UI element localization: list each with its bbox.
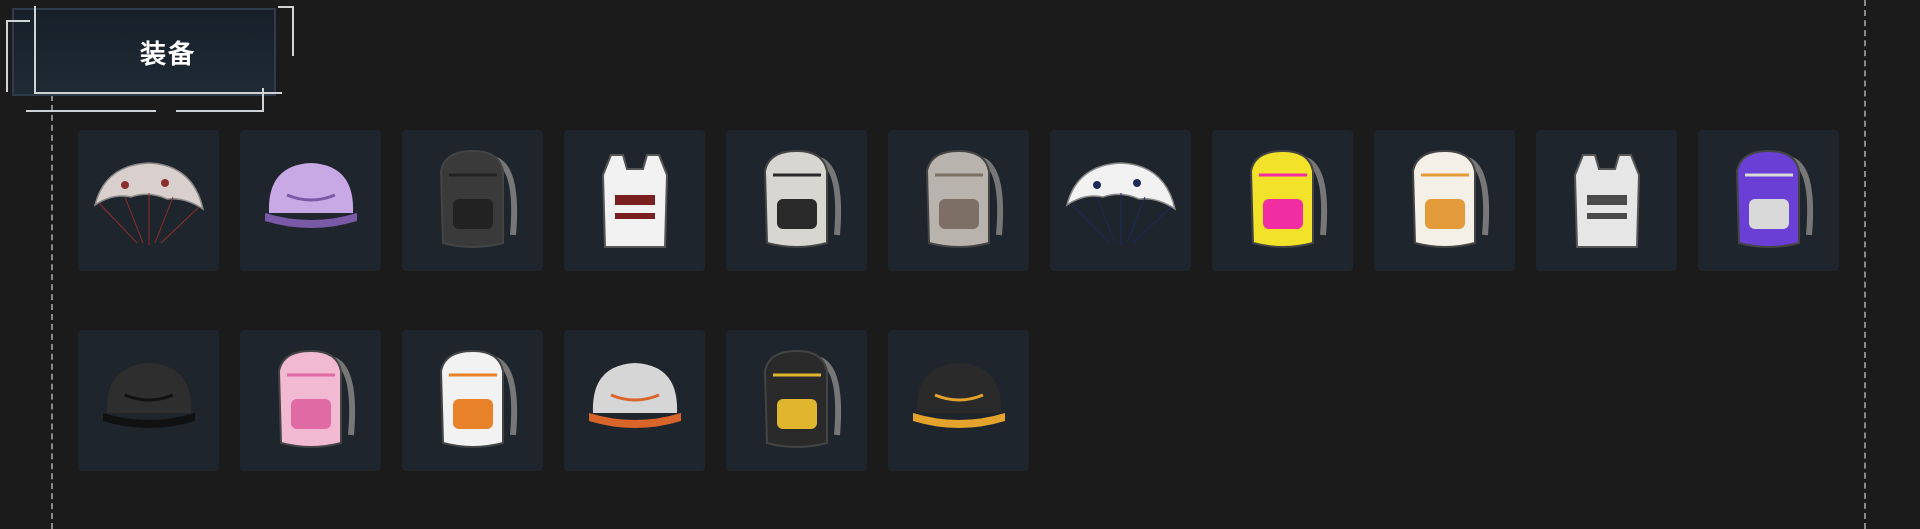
backpack-icon [409, 335, 537, 467]
equipment-slot[interactable] [888, 330, 1029, 471]
helmet-icon [895, 335, 1023, 467]
backpack-icon [247, 335, 375, 467]
section-title: 装备 [139, 39, 196, 70]
frame-line [176, 110, 262, 112]
parachute-icon [1057, 135, 1185, 267]
equipment-slot[interactable] [726, 330, 867, 471]
section-header: 装备 [0, 0, 300, 115]
vest-icon [1543, 135, 1671, 267]
equipment-slot[interactable] [78, 130, 219, 271]
backpack-icon [409, 135, 537, 267]
backpack-icon [895, 135, 1023, 267]
equipment-slot[interactable] [402, 130, 543, 271]
equipment-slot[interactable] [726, 130, 867, 271]
backpack-icon [733, 335, 861, 467]
helmet-icon [571, 335, 699, 467]
parachute-icon [85, 135, 213, 267]
equipment-slot[interactable] [564, 130, 705, 271]
backpack-icon [1381, 135, 1509, 267]
equipment-slot[interactable] [888, 130, 1029, 271]
equipment-slot[interactable] [564, 330, 705, 471]
vest-icon [571, 135, 699, 267]
backpack-icon [1219, 135, 1347, 267]
frame-line [26, 110, 156, 112]
helmet-icon [247, 135, 375, 267]
equipment-slot[interactable] [240, 130, 381, 271]
equipment-slot[interactable] [78, 330, 219, 471]
backpack-icon [1705, 135, 1833, 267]
equipment-slot[interactable] [1374, 130, 1515, 271]
left-dashed-border [51, 95, 53, 529]
equipment-slot[interactable] [240, 330, 381, 471]
equipment-slot[interactable] [1698, 130, 1839, 271]
right-dashed-border [1864, 0, 1866, 529]
equipment-slot[interactable] [1212, 130, 1353, 271]
frame-corner [6, 20, 30, 92]
equipment-slot[interactable] [402, 330, 543, 471]
equipment-slot[interactable] [1050, 130, 1191, 271]
helmet-icon [85, 335, 213, 467]
backpack-icon [733, 135, 861, 267]
equipment-slot[interactable] [1536, 130, 1677, 271]
